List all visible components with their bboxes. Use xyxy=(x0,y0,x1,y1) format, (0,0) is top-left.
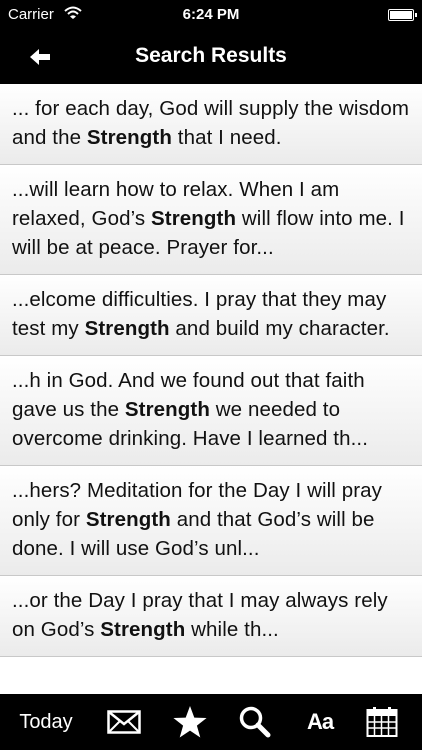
page-title: Search Results xyxy=(135,44,287,67)
result-match-keyword: Strength xyxy=(151,207,237,230)
search-result-item[interactable]: ...h in God. And we found out that faith… xyxy=(0,356,422,466)
result-text-after: and build my character. xyxy=(169,317,390,340)
search-icon xyxy=(239,706,271,738)
search-tab[interactable] xyxy=(222,694,286,750)
calendar-icon xyxy=(366,707,398,737)
favorites-tab[interactable] xyxy=(158,694,222,750)
result-text-after: while th... xyxy=(185,618,279,641)
battery-icon xyxy=(388,9,417,21)
search-result-item[interactable]: ...or the Day I pray that I may always r… xyxy=(0,576,422,657)
today-tab[interactable]: Today xyxy=(6,694,86,750)
font-size-icon-label: Aa xyxy=(306,709,334,734)
search-result-item[interactable]: ... for each day, God will supply the wi… xyxy=(0,84,422,165)
status-bar: Carrier 6:24 PM xyxy=(0,0,422,30)
font-size-tab[interactable]: Aa xyxy=(288,694,352,750)
result-match-keyword: Strength xyxy=(84,317,170,340)
star-icon xyxy=(173,706,207,738)
envelope-icon xyxy=(107,710,141,734)
calendar-tab[interactable] xyxy=(350,694,414,750)
search-result-item[interactable]: ...hers? Meditation for the Day I will p… xyxy=(0,466,422,576)
result-match-keyword: Strength xyxy=(100,618,186,641)
result-match-keyword: Strength xyxy=(85,508,171,531)
mail-tab[interactable] xyxy=(92,694,156,750)
result-match-keyword: Strength xyxy=(86,126,172,149)
result-text-after: that I need. xyxy=(171,126,282,149)
search-result-item[interactable]: ...will learn how to relax. When I am re… xyxy=(0,165,422,275)
result-match-keyword: Strength xyxy=(124,398,210,421)
status-time: 6:24 PM xyxy=(182,6,240,23)
search-result-item[interactable]: ...elcome difficulties. I pray that they… xyxy=(0,275,422,356)
today-tab-label: Today xyxy=(19,710,73,733)
search-results-list[interactable]: ... for each day, God will supply the wi… xyxy=(0,84,422,694)
navigation-bar: Search Results xyxy=(0,30,422,84)
bottom-tab-bar: Today Aa xyxy=(0,694,422,750)
